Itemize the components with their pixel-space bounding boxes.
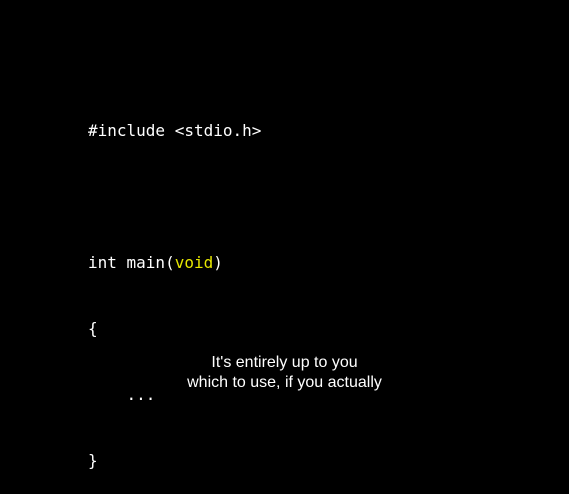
subtitle-line-1: It's entirely up to you (211, 354, 358, 371)
code-line-main-signature: int main(void) (88, 252, 261, 274)
subtitle-line-2: which to use, if you actually (187, 374, 382, 391)
code-snippet: #include <stdio.h> int main(void) { ... … (88, 76, 261, 494)
video-subtitle: It's entirely up to you which to use, if… (0, 353, 569, 393)
main-signature-prefix: int main( (88, 253, 175, 272)
code-line-open-brace: { (88, 319, 98, 338)
code-line-close-brace: } (88, 451, 98, 470)
code-line-include: #include <stdio.h> (88, 121, 262, 140)
main-signature-suffix: ) (213, 253, 223, 272)
main-param-void: void (174, 253, 214, 272)
